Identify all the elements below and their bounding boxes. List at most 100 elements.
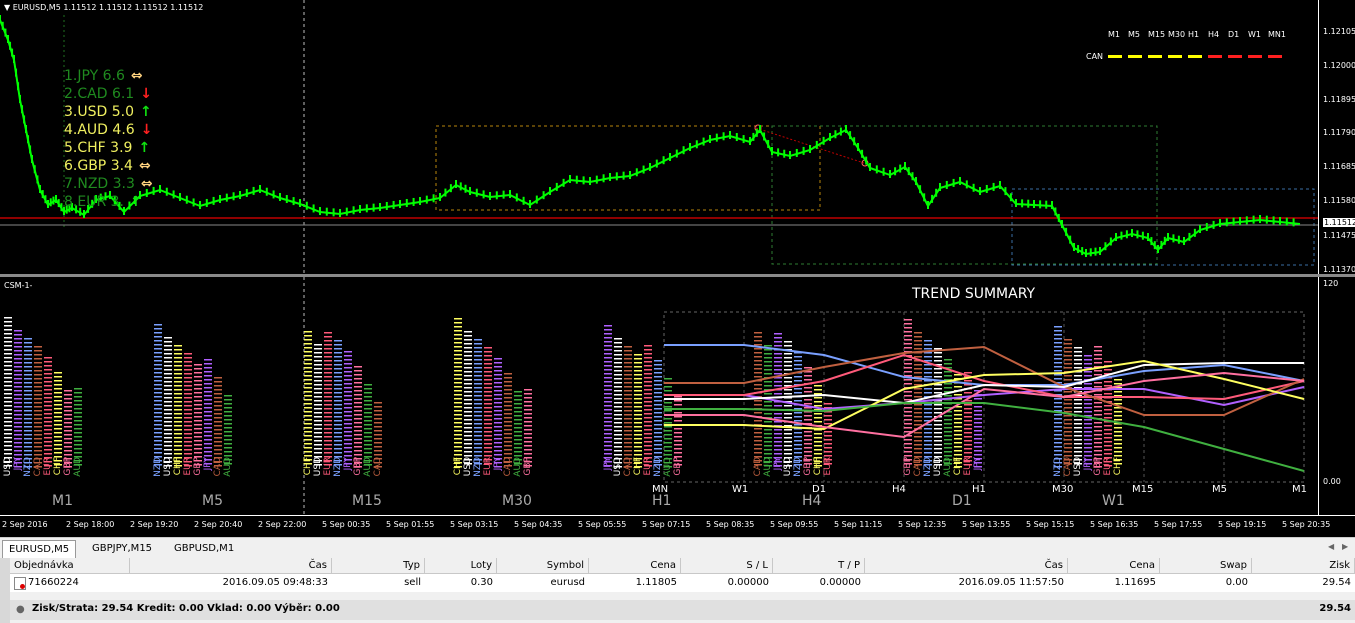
time-tick: 5 Sep 12:35 xyxy=(898,520,947,529)
histogram-bar-line xyxy=(954,450,962,452)
histogram-bar-line xyxy=(1104,437,1112,439)
histogram-bar-line xyxy=(1064,451,1072,453)
histogram-bar-line xyxy=(314,424,322,426)
terminal-side-strip[interactable] xyxy=(0,558,10,623)
histogram-bar-line xyxy=(54,400,62,402)
histogram-bar-line xyxy=(334,384,342,386)
chart-menu-triangle-icon[interactable]: ▼ xyxy=(4,3,10,12)
terminal-header[interactable]: T / P xyxy=(773,558,865,574)
histogram-bar-line xyxy=(954,414,962,416)
histogram-bar-line xyxy=(314,440,322,442)
histogram-bar-line xyxy=(54,432,62,434)
terminal-header[interactable]: Objednávka xyxy=(10,558,130,574)
histogram-bar-line xyxy=(964,372,972,374)
histogram-currency-label: EUR xyxy=(643,457,653,476)
price-chart-canvas[interactable] xyxy=(0,0,1318,274)
histogram-bar-line xyxy=(214,417,222,419)
histogram-bar-line xyxy=(624,422,632,424)
histogram-bar-line xyxy=(964,412,972,414)
histogram-bar-line xyxy=(634,386,642,388)
terminal-header[interactable]: Typ xyxy=(332,558,425,574)
histogram-bar-line xyxy=(314,436,322,438)
histogram-bar-line xyxy=(784,369,792,371)
histogram-bar-line xyxy=(654,380,662,382)
histogram-bar-line xyxy=(764,445,772,447)
indicator-window[interactable]: CSM-1- TREND SUMMARY USD JPY NZD CAD EUR CHF G… xyxy=(0,277,1318,515)
terminal-header[interactable]: Cena xyxy=(1068,558,1160,574)
histogram-bar-line xyxy=(314,448,322,450)
histogram-bar-line xyxy=(184,401,192,403)
histogram-bar-line xyxy=(214,441,222,443)
histogram-bar-line xyxy=(454,390,462,392)
histogram-bar-line xyxy=(184,373,192,375)
histogram-bar-line xyxy=(944,439,952,441)
histogram-bar-line xyxy=(514,403,522,405)
histogram-bar-line xyxy=(14,334,22,336)
histogram-bar-line xyxy=(904,327,912,329)
histogram-bar-line xyxy=(1114,443,1122,445)
terminal-header[interactable]: Zisk xyxy=(1252,558,1355,574)
terminal-header[interactable]: Cena xyxy=(589,558,681,574)
histogram-bar-line xyxy=(344,447,352,449)
histogram-bar-line xyxy=(364,400,372,402)
histogram-bar-line xyxy=(924,368,932,370)
histogram-bar-line xyxy=(1114,383,1122,385)
tab-gbpjpy-m15[interactable]: GBPJPY,M15 xyxy=(86,540,158,557)
tab-scroll-left-icon[interactable]: ◀ xyxy=(1328,542,1334,551)
histogram-bar-line xyxy=(64,430,72,432)
tab-eurusd-m5[interactable]: EURUSD,M5 xyxy=(2,540,77,558)
histogram-bar-line xyxy=(1064,347,1072,349)
histogram-bar-line xyxy=(944,419,952,421)
histogram-bar-line xyxy=(1054,358,1062,360)
histogram-bar-line xyxy=(214,397,222,399)
terminal-summary-row: ● Zisk/Strata: 29.54 Kredit: 0.00 Vklad:… xyxy=(0,600,1355,620)
histogram-bar-line xyxy=(474,451,482,453)
histogram-bar-line xyxy=(794,360,802,362)
terminal-header[interactable]: Swap xyxy=(1160,558,1252,574)
terminal-header[interactable]: S / L xyxy=(681,558,773,574)
histogram-bar-line xyxy=(514,419,522,421)
time-tick: 5 Sep 03:15 xyxy=(450,520,499,529)
histogram-bar-line xyxy=(604,393,612,395)
histogram-bar-line xyxy=(634,382,642,384)
tab-scroll-right-icon[interactable]: ▶ xyxy=(1342,542,1348,551)
time-tick: 5 Sep 17:55 xyxy=(1154,520,1203,529)
histogram-bar-line xyxy=(344,431,352,433)
histogram-bar-line xyxy=(164,341,172,343)
histogram-bar-line xyxy=(44,373,52,375)
strength-arrow-icon: ⇔ xyxy=(130,68,143,84)
histogram-bar-line xyxy=(4,413,12,415)
histogram-bar-line xyxy=(1074,443,1082,445)
histogram-bar-line xyxy=(204,367,212,369)
histogram-bar-line xyxy=(164,349,172,351)
histogram-bar-line xyxy=(814,401,822,403)
histogram-bar-line xyxy=(324,376,332,378)
histogram-bar-line xyxy=(484,443,492,445)
histogram-bar-line xyxy=(44,441,52,443)
histogram-bar-line xyxy=(474,379,482,381)
price-axis[interactable]: 1.12105 1.12000 1.11895 1.11790 1.11685 1.115… xyxy=(1318,0,1355,274)
histogram-bar-line xyxy=(1074,359,1082,361)
histogram-bar-line xyxy=(354,438,362,440)
histogram-bar-line xyxy=(204,399,212,401)
terminal-header[interactable]: Symbol xyxy=(497,558,589,574)
tab-gbpusd-m1[interactable]: GBPUSD,M1 xyxy=(168,540,240,557)
terminal-cell: eurusd xyxy=(550,577,586,588)
histogram-bar-line xyxy=(1074,399,1082,401)
histogram-bar-line xyxy=(214,445,222,447)
histogram-bar-line xyxy=(14,418,22,420)
histogram-bar-line xyxy=(804,419,812,421)
histogram-bar-line xyxy=(934,360,942,362)
histogram-bar-line xyxy=(604,397,612,399)
histogram-bar-line xyxy=(454,414,462,416)
terminal-header[interactable]: Čas xyxy=(130,558,332,574)
histogram-bar-line xyxy=(1054,446,1062,448)
histogram-bar-line xyxy=(494,442,502,444)
histogram-bar-line xyxy=(174,429,182,431)
histogram-bar-line xyxy=(14,406,22,408)
histogram-bar-line xyxy=(1094,370,1102,372)
histogram-bar-line xyxy=(1064,399,1072,401)
terminal-header[interactable]: Čas xyxy=(865,558,1068,574)
price-chart[interactable]: ▼ EURUSD,M5 1.11512 1.11512 1.11512 1.11… xyxy=(0,0,1318,274)
terminal-header[interactable]: Loty xyxy=(425,558,497,574)
